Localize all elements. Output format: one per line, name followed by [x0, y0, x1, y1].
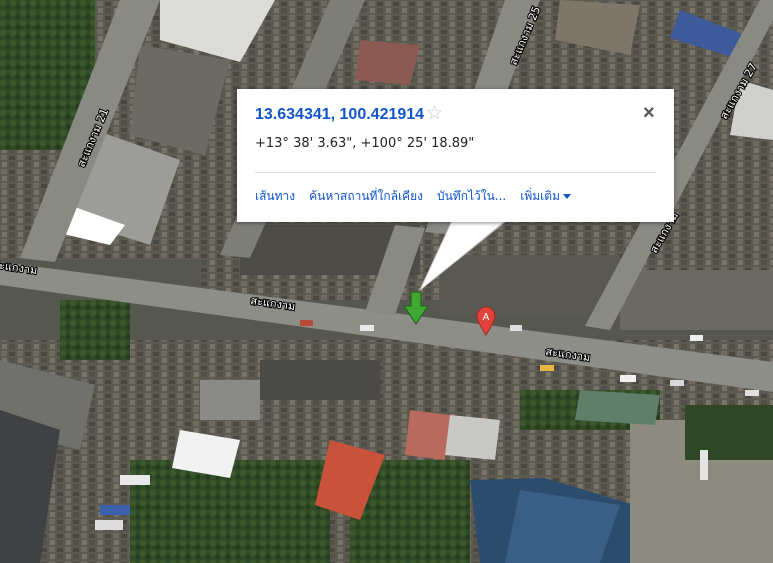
more-menu[interactable]: เพิ่มเติม: [520, 187, 571, 206]
vehicle: [540, 365, 554, 371]
dms-coordinates: +13° 38' 3.63", +100° 25' 18.89": [255, 136, 475, 151]
more-label: เพิ่มเติม: [520, 189, 560, 203]
close-icon[interactable]: ×: [643, 103, 655, 123]
vehicle: [360, 325, 374, 331]
building-roof: [575, 390, 660, 425]
satellite-map[interactable]: สะแกงาม 21 สะแกงาม 25 สะแกงาม 27 สะแกงาม…: [0, 0, 773, 563]
building-roof: [260, 360, 380, 400]
vehicle: [745, 390, 759, 396]
save-to-link[interactable]: บันทึกไว้ใน...: [437, 187, 506, 206]
coordinates-title[interactable]: 13.634341, 100.421914: [255, 106, 424, 124]
vegetation-area: [685, 405, 773, 460]
vehicle: [120, 475, 150, 485]
vegetation-area: [60, 300, 130, 360]
vehicle: [300, 320, 313, 326]
vehicle: [510, 325, 522, 331]
vehicle: [670, 380, 684, 386]
building-roof: [200, 380, 260, 420]
search-nearby-link[interactable]: ค้นหาสถานที่ใกล้เคียง: [309, 187, 423, 206]
chevron-down-icon: [562, 194, 571, 199]
vehicle: [100, 505, 130, 515]
divider: [255, 172, 656, 173]
vehicle: [620, 375, 636, 382]
marker-a-label: A: [483, 312, 490, 323]
vehicle: [690, 335, 703, 341]
building-roof: [440, 255, 620, 315]
info-popup: 13.634341, 100.421914 ☆ × +13° 38' 3.63"…: [237, 89, 674, 222]
building-roof: [620, 270, 773, 330]
popup-actions: เส้นทาง ค้นหาสถานที่ใกล้เคียง บันทึกไว้ใ…: [255, 187, 571, 206]
directions-link[interactable]: เส้นทาง: [255, 187, 295, 206]
vehicle: [95, 520, 123, 530]
vehicle: [700, 450, 708, 480]
building-roof: [445, 415, 500, 460]
building-roof: [405, 410, 450, 460]
star-icon[interactable]: ☆: [426, 104, 443, 123]
building-roof: [355, 40, 420, 85]
